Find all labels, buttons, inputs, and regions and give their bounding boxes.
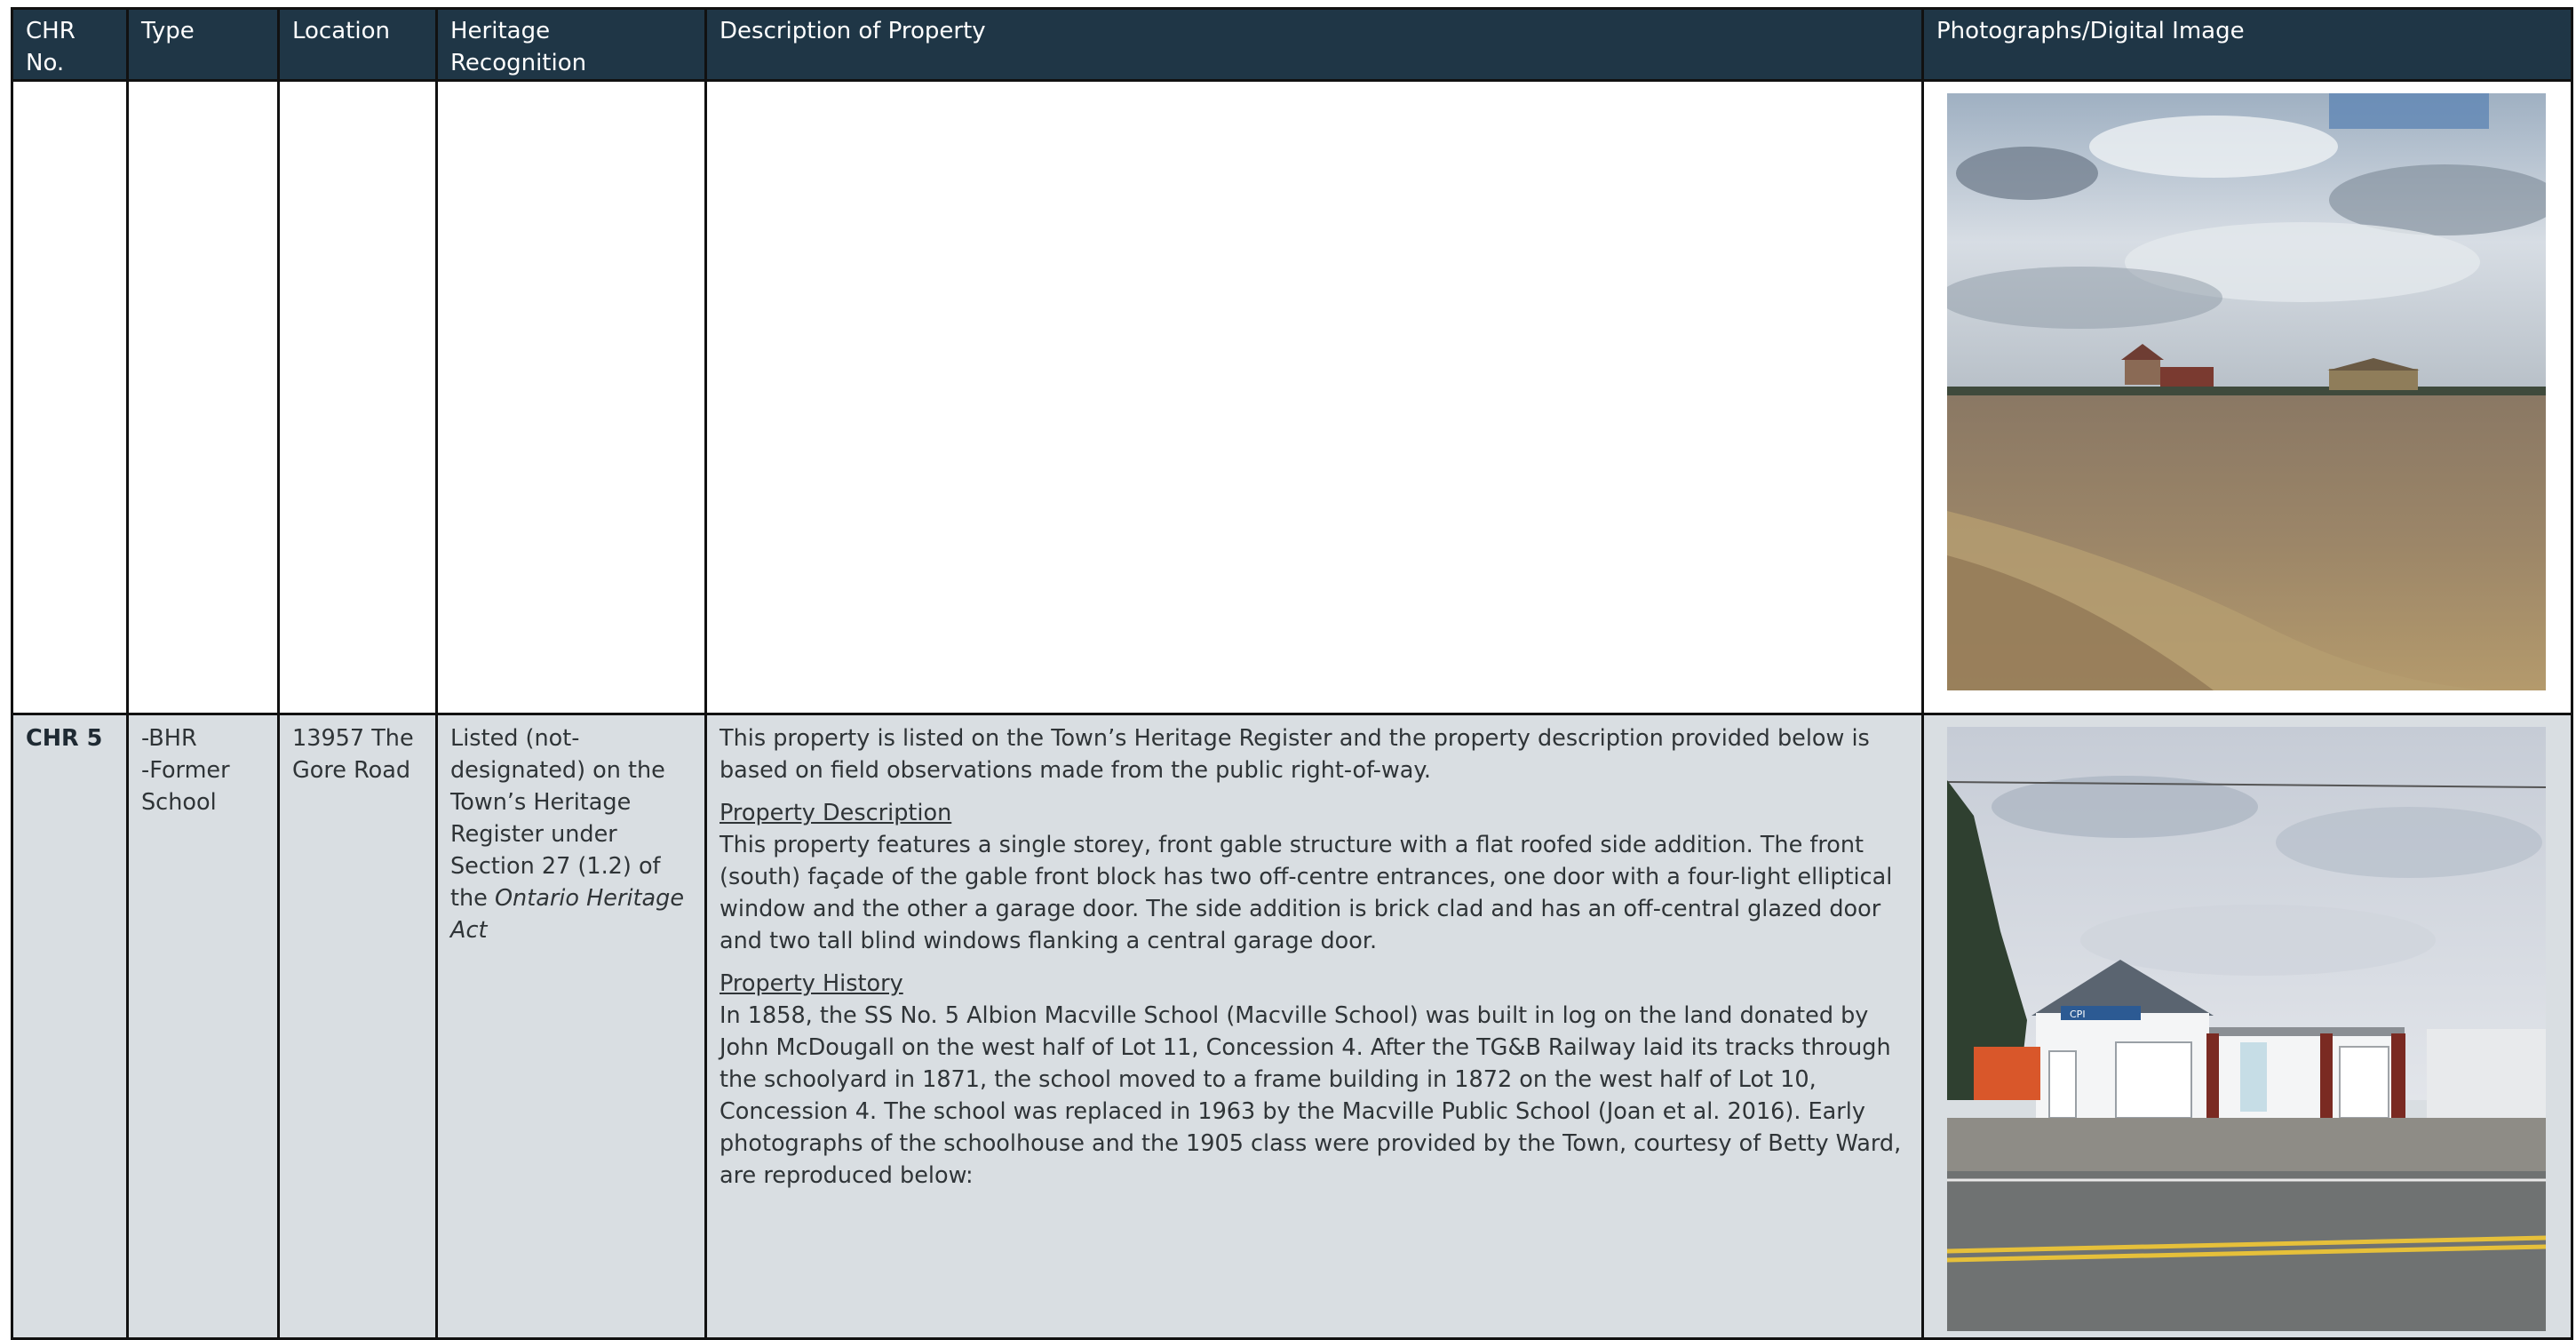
intro-paragraph: This property is listed on the Town’s He… xyxy=(720,725,1870,784)
cell-type xyxy=(126,79,280,715)
cell-photo: CPI xyxy=(1921,713,2573,1340)
school-building-photo: CPI xyxy=(1947,727,2546,1331)
table-row: CHR 5 -BHR -Former School 13957 The Gore… xyxy=(11,713,2573,1340)
cell-chr-no xyxy=(11,79,129,715)
cell-description xyxy=(704,79,1924,715)
header-description: Description of Property xyxy=(704,7,1924,82)
property-description-text: This property features a single storey, … xyxy=(720,832,1893,954)
heritage-table: CHR No. Type Location Heritage Recogniti… xyxy=(11,7,2573,1340)
table-header-row: CHR No. Type Location Heritage Recogniti… xyxy=(11,7,2573,82)
cell-location: 13957 The Gore Road xyxy=(277,713,438,1340)
cell-photo xyxy=(1921,79,2573,715)
cell-type: -BHR -Former School xyxy=(126,713,280,1340)
cell-heritage-recognition: Listed (not-designated) on the Town’s He… xyxy=(435,713,707,1340)
type-line: -BHR xyxy=(141,725,197,752)
cell-heritage-recognition xyxy=(435,79,707,715)
property-history-heading: Property History xyxy=(720,970,903,997)
cell-description: This property is listed on the Town’s He… xyxy=(704,713,1924,1340)
property-history-text: In 1858, the SS No. 5 Albion Macville Sc… xyxy=(720,1002,1902,1189)
cell-chr-no: CHR 5 xyxy=(11,713,129,1340)
type-line: -Former School xyxy=(141,757,230,816)
header-type: Type xyxy=(126,7,280,82)
table-row xyxy=(11,79,2573,715)
property-description-heading: Property Description xyxy=(720,800,952,826)
header-heritage-recognition: Heritage Recognition xyxy=(435,7,707,82)
sign-text: CPI xyxy=(2070,1009,2086,1020)
heritage-recognition-text: Listed (not-designated) on the Town’s He… xyxy=(450,725,665,912)
header-chr-no: CHR No. xyxy=(11,7,129,82)
header-photographs: Photographs/Digital Image xyxy=(1921,7,2573,82)
cell-location xyxy=(277,79,438,715)
farm-field-photo xyxy=(1947,93,2546,690)
header-location: Location xyxy=(277,7,438,82)
